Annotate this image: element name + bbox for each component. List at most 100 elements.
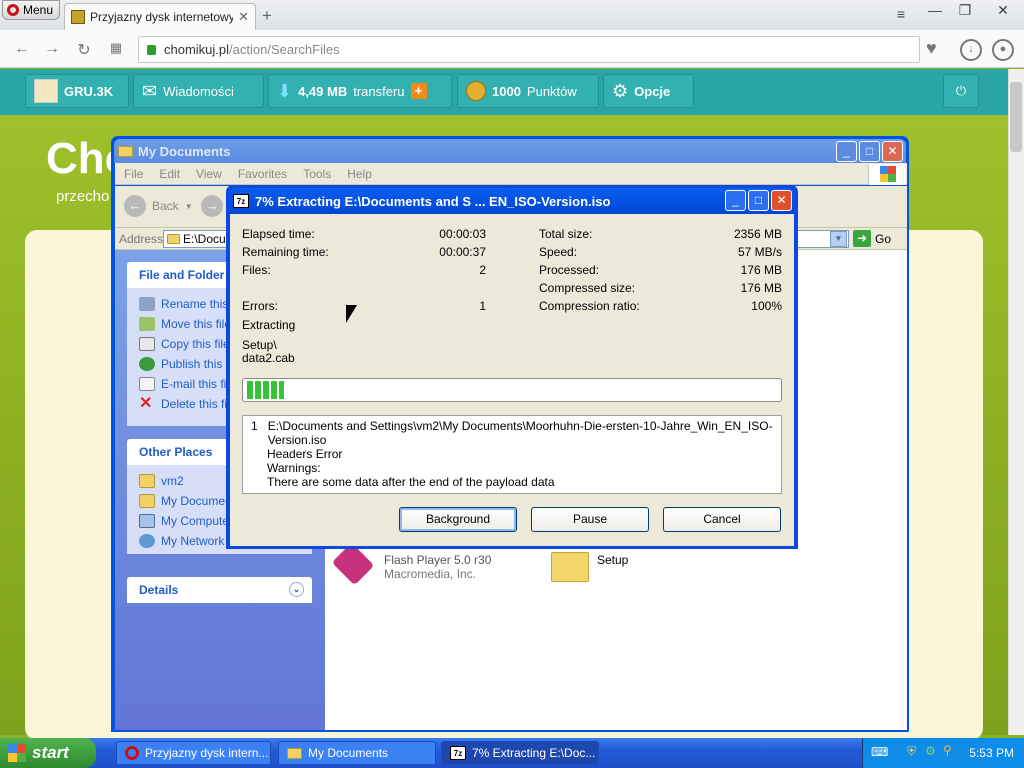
background-button[interactable]: Background xyxy=(399,507,517,532)
computer-icon xyxy=(139,514,155,528)
expand-chevron-icon[interactable]: ⌄ xyxy=(289,582,304,597)
account-icon[interactable]: ● xyxy=(992,39,1014,61)
stash-icon[interactable]: ≡ xyxy=(888,6,914,22)
message-log[interactable]: 1 E:\Documents and Settings\vm2\My Docume… xyxy=(242,415,782,494)
go-button[interactable]: ➜ Go xyxy=(853,230,891,247)
restore-icon[interactable]: ❐ xyxy=(952,2,978,19)
new-tab-icon[interactable]: + xyxy=(262,6,272,26)
file-flash-player[interactable]: Flash Player 5.0 r30 Macromedia, Inc. xyxy=(330,542,492,586)
explorer-forward-button[interactable]: → xyxy=(201,195,223,217)
compression-ratio-label: Compression ratio: xyxy=(539,299,640,313)
processed-value: 176 MB xyxy=(740,263,782,277)
minimize-icon[interactable]: — xyxy=(922,2,948,18)
opera-menu-button[interactable]: Menu xyxy=(2,0,60,20)
add-transfer-button[interactable]: + xyxy=(410,83,427,99)
speed-dial-icon[interactable]: ▦ xyxy=(106,40,126,56)
task-delete-label: Delete this fil xyxy=(161,397,230,411)
site-subtitle: przecho xyxy=(56,188,110,205)
pause-button[interactable]: Pause xyxy=(531,507,649,532)
address-dropdown-icon[interactable]: ▼ xyxy=(830,231,847,247)
explorer-close-button[interactable]: ✕ xyxy=(882,141,903,162)
url-field[interactable]: chomikuj.pl/action/SearchFiles xyxy=(138,36,920,63)
folder-icon xyxy=(139,474,155,488)
tab-favicon-icon xyxy=(71,10,85,24)
file-flash-name: Flash Player 5.0 r30 xyxy=(384,553,492,567)
publish-globe-icon xyxy=(139,357,155,371)
details-header[interactable]: Details ⌄ xyxy=(127,577,312,603)
keyboard-icon[interactable]: ⌨ xyxy=(871,745,888,759)
menu-favorites[interactable]: Favorites xyxy=(238,167,287,181)
search-tray-icon[interactable]: ⚲ xyxy=(943,743,952,757)
message-payload: There are some data after the end of the… xyxy=(267,475,555,489)
tab-title: Przyjazny dysk internetowy - xyxy=(90,10,234,24)
network-tray-icon[interactable]: ⚙ xyxy=(925,744,936,758)
menu-view[interactable]: View xyxy=(196,167,222,181)
go-arrow-icon: ➜ xyxy=(853,230,871,247)
message-headers-error: Headers Error xyxy=(267,447,343,461)
explorer-maximize-button[interactable]: □ xyxy=(859,141,880,162)
back-arrow-icon[interactable]: ← xyxy=(12,40,32,58)
menu-tools[interactable]: Tools xyxy=(303,167,331,181)
explorer-titlebar[interactable]: My Documents xyxy=(114,139,906,163)
points-amount: 1000 xyxy=(492,83,521,99)
dropdown-arrow-icon: ▼ xyxy=(184,201,193,211)
forward-arrow-icon[interactable]: → xyxy=(42,40,62,58)
7zip-icon: 7z xyxy=(233,194,249,208)
dialog-close-button[interactable]: ✕ xyxy=(771,190,792,211)
network-icon xyxy=(139,534,155,548)
total-size-label: Total size: xyxy=(539,227,593,241)
folder-setup[interactable]: Setup xyxy=(551,546,628,582)
heart-icon[interactable]: ♥ xyxy=(926,38,937,59)
transfer-label: transferu xyxy=(353,83,405,99)
menu-edit[interactable]: Edit xyxy=(159,167,180,181)
cancel-button[interactable]: Cancel xyxy=(663,507,781,532)
task-browser[interactable]: Przyjazny dysk intern... xyxy=(116,741,271,765)
move-icon xyxy=(139,317,155,331)
download-icon[interactable]: ↓ xyxy=(960,39,982,61)
speed-label: Speed: xyxy=(539,245,578,259)
task-my-documents[interactable]: My Documents xyxy=(278,741,436,765)
messages-label: Wiadomości xyxy=(163,83,234,99)
power-button[interactable]: ⏻ xyxy=(943,74,979,108)
place-my-network-label: My Network P xyxy=(161,534,236,548)
status-text: Extracting xyxy=(242,318,296,332)
extract-dialog-title: 7% Extracting E:\Documents and S ... EN_… xyxy=(255,193,611,209)
clock[interactable]: 5:53 PM xyxy=(969,746,1014,760)
browser-tab[interactable]: Przyjazny dysk internetowy - ✕ xyxy=(64,3,256,30)
user-button[interactable]: GRU.3K xyxy=(25,74,129,108)
windows-flag-icon xyxy=(879,166,896,182)
points-button[interactable]: 1000 Punktów xyxy=(457,74,599,108)
power-icon: ⏻ xyxy=(955,83,967,98)
tab-close-icon[interactable]: ✕ xyxy=(238,9,249,25)
address-value: E:\Docur xyxy=(183,232,230,246)
place-my-documents-label: My Document xyxy=(161,494,236,508)
start-label: start xyxy=(32,743,69,762)
envelope-icon: ✉ xyxy=(142,80,158,101)
explorer-back-button[interactable]: ← Back ▼ xyxy=(124,195,193,217)
security-shield-icon[interactable]: ⛨ xyxy=(907,744,916,759)
transfer-button[interactable]: ⬇ 4,49 MB transferu + xyxy=(268,74,452,108)
scrollbar-thumb[interactable] xyxy=(1010,82,1022,152)
go-label: Go xyxy=(875,231,892,246)
task-extracting[interactable]: 7z 7% Extracting E:\Doc... xyxy=(441,741,599,765)
delete-x-icon: ✕ xyxy=(139,395,153,412)
folder-icon xyxy=(287,747,302,759)
task-browser-label: Przyjazny dysk intern... xyxy=(145,746,269,760)
reload-icon[interactable]: ↻ xyxy=(74,40,94,60)
secure-lock-icon xyxy=(147,44,156,55)
start-button[interactable]: start xyxy=(0,738,96,768)
browser-close-icon[interactable]: ✕ xyxy=(990,2,1016,19)
message-warnings: Warnings: xyxy=(267,461,321,475)
dialog-minimize-button[interactable]: _ xyxy=(725,190,746,211)
total-size-value: 2356 MB xyxy=(733,227,782,241)
file-flash-company: Macromedia, Inc. xyxy=(384,567,477,581)
menu-file[interactable]: File xyxy=(124,167,143,181)
page-scrollbar[interactable] xyxy=(1008,69,1024,735)
menu-help[interactable]: Help xyxy=(347,167,372,181)
dialog-maximize-button[interactable]: □ xyxy=(748,190,769,211)
options-button[interactable]: ⚙ Opcje xyxy=(603,74,694,108)
explorer-minimize-button[interactable]: _ xyxy=(836,141,857,162)
messages-button[interactable]: ✉ Wiadomości xyxy=(133,74,264,108)
extract-dialog-titlebar[interactable]: 7z 7% Extracting E:\Documents and S ... … xyxy=(229,188,795,214)
errors-value: 1 xyxy=(479,299,486,313)
